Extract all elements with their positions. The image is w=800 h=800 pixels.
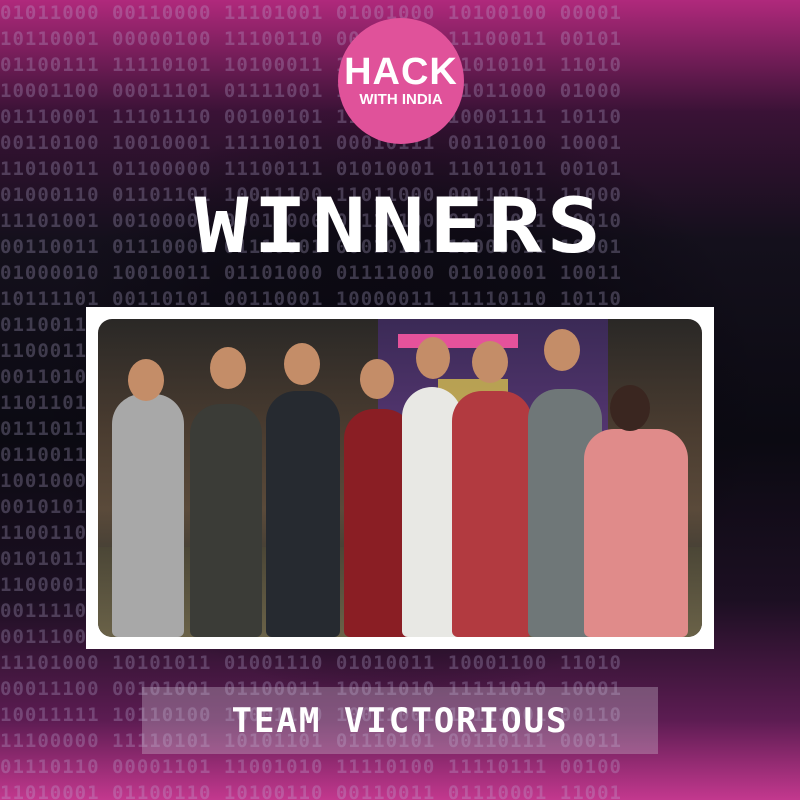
person [112, 394, 184, 637]
person [452, 391, 532, 637]
head [472, 341, 508, 383]
photo-frame [86, 307, 714, 649]
head [544, 329, 580, 371]
team-name-caption: TEAM VICTORIOUS [231, 700, 569, 741]
winners-title: WINNERS [194, 181, 606, 270]
logo-line2: WITH INDIA [359, 91, 443, 108]
group-photo [98, 319, 702, 637]
head [416, 337, 450, 379]
person [190, 404, 262, 637]
person [584, 429, 688, 637]
hack-with-india-logo: HACK WITH INDIA [338, 18, 464, 144]
head [284, 343, 320, 385]
head [360, 359, 394, 399]
head [210, 347, 246, 389]
logo-line1: HACK [344, 51, 458, 93]
head [128, 359, 164, 401]
person [266, 391, 340, 637]
head [610, 385, 650, 431]
